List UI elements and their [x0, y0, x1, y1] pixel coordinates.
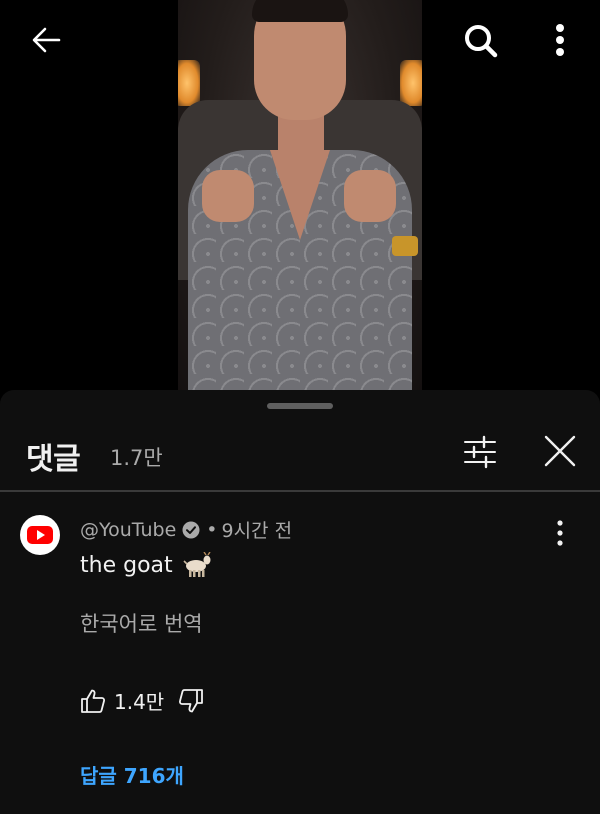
person-fist-right [344, 170, 396, 222]
comment-item: @YouTube • 9시간 전 the goat 한국어로 번역 1.4만 답… [0, 500, 600, 800]
lamp-light [400, 60, 422, 106]
comment-options-button[interactable] [546, 516, 574, 550]
person-watch [392, 236, 418, 256]
comment-actions: 1.4만 [80, 686, 204, 715]
search-icon [465, 25, 498, 58]
meta-separator: • [206, 518, 218, 541]
like-button[interactable]: 1.4만 [80, 686, 164, 715]
comment-text: the goat [80, 552, 173, 578]
goat-icon [183, 552, 211, 577]
sliders-icon [464, 435, 496, 469]
verified-check-icon [182, 521, 200, 538]
close-comments-button[interactable] [541, 432, 579, 470]
thumbs-up-icon [81, 689, 106, 713]
more-vertical-icon [556, 24, 564, 56]
video-frame[interactable] [178, 0, 422, 392]
back-button[interactable] [28, 22, 64, 58]
replies-link[interactable]: 답글 716개 [80, 760, 184, 789]
divider [0, 490, 600, 492]
comment-body: the goat [80, 552, 211, 578]
comment-time: 9시간 전 [221, 520, 293, 542]
lamp-light [178, 60, 200, 106]
close-icon [544, 435, 576, 467]
video-player[interactable] [0, 0, 600, 392]
more-vertical-icon [557, 520, 563, 546]
sort-filter-button[interactable] [462, 434, 498, 470]
drag-handle[interactable] [267, 403, 333, 409]
youtube-logo-icon [27, 526, 53, 544]
comment-author[interactable]: @YouTube [80, 519, 176, 541]
more-options-button[interactable] [546, 20, 574, 60]
thumbs-down-icon [179, 688, 204, 712]
comments-panel: 댓글 1.7만 @YouTube • 9시간 전 the goat 한국어로 번… [0, 390, 600, 814]
comments-count: 1.7만 [110, 446, 163, 470]
avatar[interactable] [20, 515, 60, 555]
person-fist-left [202, 170, 254, 222]
like-count: 1.4만 [114, 690, 165, 714]
person-hair [252, 0, 348, 22]
search-button[interactable] [460, 20, 500, 60]
comments-title: 댓글 [26, 442, 81, 477]
arrow-left-icon [32, 27, 61, 53]
comment-meta: @YouTube • 9시간 전 [80, 516, 292, 543]
dislike-button[interactable] [178, 688, 204, 714]
translate-link[interactable]: 한국어로 번역 [80, 608, 203, 638]
